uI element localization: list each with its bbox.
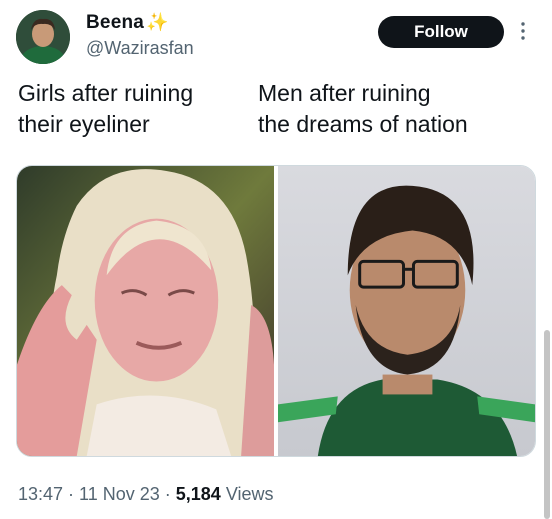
author-display-name[interactable]: Beena ✨ (86, 12, 169, 34)
sparkles-icon: ✨ (146, 12, 169, 32)
follow-button[interactable]: Follow (378, 16, 504, 48)
tweet-meta: 13:47 · 11 Nov 23 · 5,184 Views (18, 484, 274, 505)
author-handle[interactable]: @Wazirasfan (86, 38, 194, 59)
caption-left: Girls after ruining their eyeliner (18, 80, 194, 137)
caption-right: Men after ruining the dreams of nation (258, 80, 468, 137)
tweet-time[interactable]: 13:47 (18, 484, 63, 504)
avatar[interactable] (16, 10, 70, 64)
media-grid[interactable] (16, 165, 536, 457)
left-photo[interactable] (17, 166, 274, 456)
author-name-text[interactable]: Beena (86, 12, 144, 33)
scrollbar[interactable] (544, 330, 550, 519)
views-count: 5,184 (175, 484, 221, 504)
tweet-date[interactable]: 11 Nov 23 (79, 484, 160, 504)
views-label: Views (220, 484, 274, 504)
meta-separator: · (63, 484, 80, 504)
more-options-icon[interactable] (518, 18, 528, 44)
meta-separator: · (159, 484, 176, 504)
right-photo[interactable] (278, 166, 535, 456)
